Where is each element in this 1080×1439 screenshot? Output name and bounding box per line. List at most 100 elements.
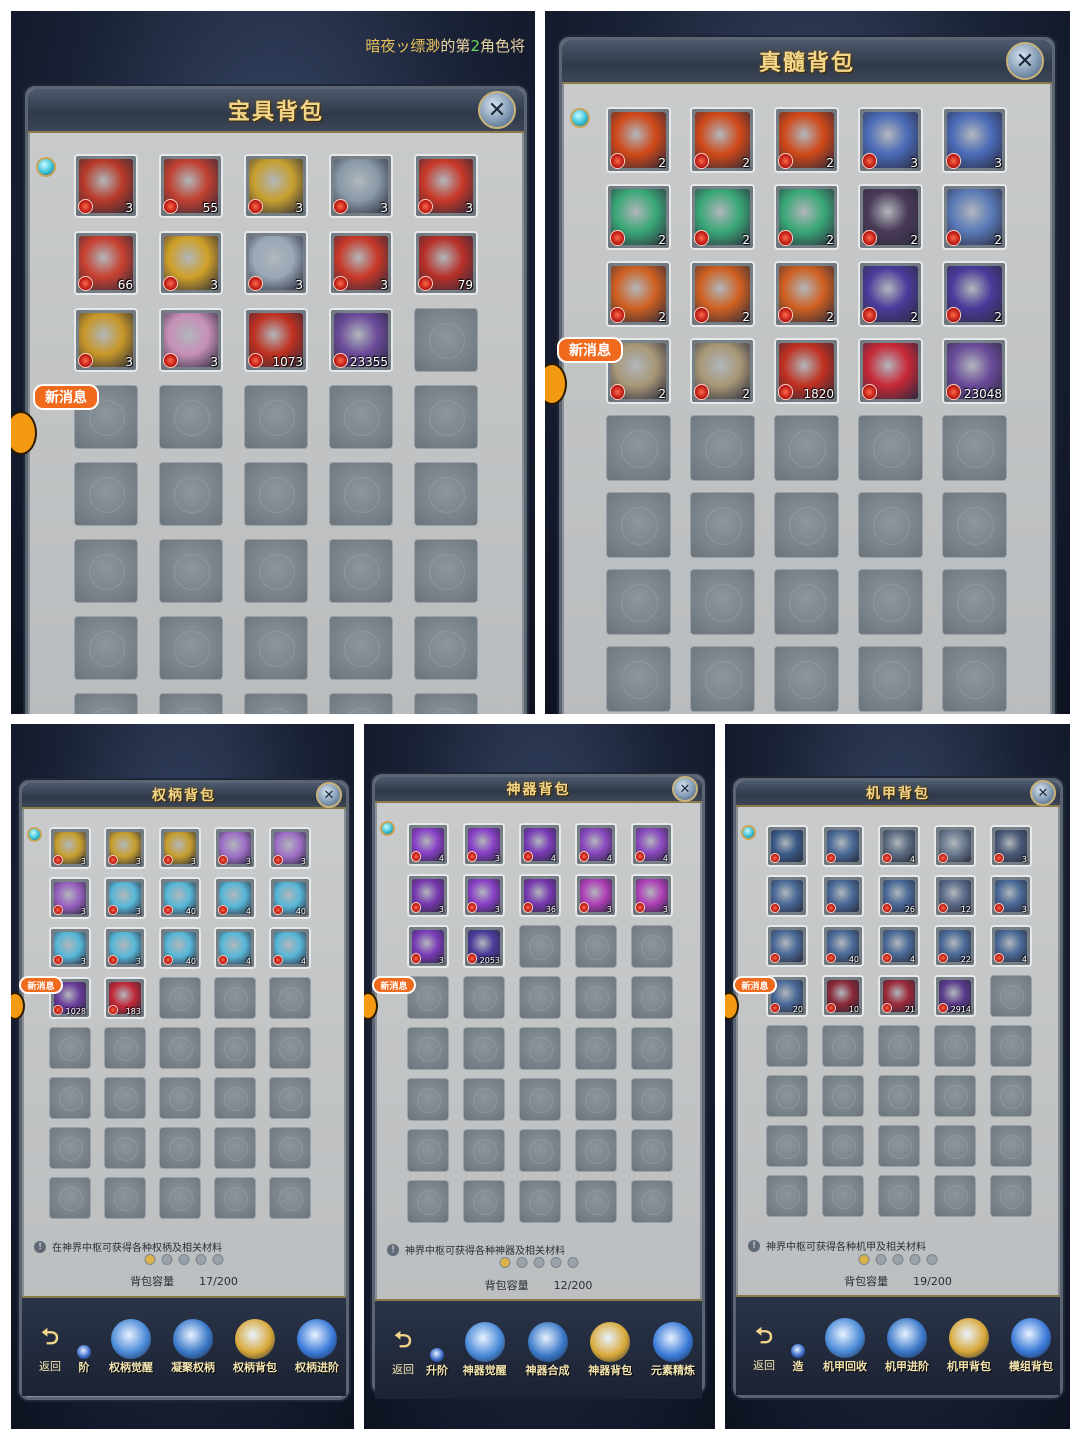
item-slot[interactable]: 3 <box>104 877 146 919</box>
page-indicator[interactable] <box>858 1254 938 1265</box>
empty-slot[interactable] <box>519 1180 561 1223</box>
nav-button[interactable]: 模组背包 <box>1006 1318 1056 1374</box>
item-slot[interactable]: 2 <box>690 338 755 404</box>
empty-slot[interactable] <box>414 385 478 449</box>
item-slot[interactable]: 2 <box>606 261 671 327</box>
item-slot[interactable] <box>858 338 923 404</box>
page-dot[interactable] <box>892 1254 904 1265</box>
empty-slot[interactable] <box>858 492 923 558</box>
item-slot[interactable]: 55 <box>159 154 223 218</box>
item-slot[interactable]: 3 <box>463 823 505 866</box>
item-slot[interactable]: 40 <box>822 925 864 967</box>
empty-slot[interactable] <box>766 1175 808 1217</box>
empty-slot[interactable] <box>104 1027 146 1069</box>
empty-slot[interactable] <box>990 1175 1032 1217</box>
empty-slot[interactable] <box>159 1127 201 1169</box>
item-slot[interactable]: 3 <box>990 875 1032 917</box>
empty-slot[interactable] <box>934 1025 976 1067</box>
page-dot[interactable] <box>212 1254 224 1265</box>
item-slot[interactable]: 2 <box>690 261 755 327</box>
empty-slot[interactable] <box>414 539 478 603</box>
item-slot[interactable]: 3 <box>329 154 393 218</box>
empty-slot[interactable] <box>631 1180 673 1223</box>
item-slot[interactable]: 4 <box>519 823 561 866</box>
item-slot[interactable]: 2 <box>606 107 671 173</box>
empty-slot[interactable] <box>606 492 671 558</box>
empty-slot[interactable] <box>329 693 393 714</box>
item-slot[interactable]: 23355 <box>329 308 393 372</box>
nav-button[interactable]: 神器觉醒 <box>460 1322 510 1378</box>
empty-slot[interactable] <box>690 415 755 481</box>
empty-slot[interactable] <box>822 1125 864 1167</box>
empty-slot[interactable] <box>407 1078 449 1121</box>
page-dot[interactable] <box>909 1254 921 1265</box>
close-button[interactable]: ✕ <box>478 91 516 129</box>
empty-slot[interactable] <box>766 1075 808 1117</box>
empty-slot[interactable] <box>463 1180 505 1223</box>
empty-slot[interactable] <box>214 977 256 1019</box>
close-button[interactable]: ✕ <box>672 776 698 802</box>
item-slot[interactable]: 3 <box>49 877 91 919</box>
empty-slot[interactable] <box>575 1027 617 1070</box>
item-slot[interactable]: 3 <box>74 154 138 218</box>
empty-slot[interactable] <box>990 1125 1032 1167</box>
empty-slot[interactable] <box>606 415 671 481</box>
empty-slot[interactable] <box>774 492 839 558</box>
item-slot[interactable]: 2 <box>858 261 923 327</box>
page-dot-active[interactable] <box>858 1254 870 1265</box>
empty-slot[interactable] <box>631 1027 673 1070</box>
item-slot[interactable]: 40 <box>159 877 201 919</box>
empty-slot[interactable] <box>414 693 478 714</box>
empty-slot[interactable] <box>244 385 308 449</box>
item-slot[interactable]: 3 <box>942 107 1007 173</box>
empty-slot[interactable] <box>49 1027 91 1069</box>
page-dot-active[interactable] <box>499 1257 510 1268</box>
empty-slot[interactable] <box>631 1129 673 1172</box>
item-slot[interactable]: 26 <box>878 875 920 917</box>
item-slot[interactable]: 3 <box>407 925 449 968</box>
close-button[interactable]: ✕ <box>316 782 342 808</box>
empty-slot[interactable] <box>463 1078 505 1121</box>
item-slot[interactable]: 21 <box>878 975 920 1017</box>
item-slot[interactable]: 3 <box>104 827 146 869</box>
empty-slot[interactable] <box>329 616 393 680</box>
empty-slot[interactable] <box>942 492 1007 558</box>
new-message-badge[interactable]: 新消息 <box>733 976 777 994</box>
item-slot[interactable]: 22 <box>934 925 976 967</box>
empty-slot[interactable] <box>575 976 617 1019</box>
item-slot[interactable]: 1073 <box>244 308 308 372</box>
empty-slot[interactable] <box>269 977 311 1019</box>
page-dot[interactable] <box>926 1254 938 1265</box>
item-slot[interactable]: 4 <box>990 925 1032 967</box>
item-slot[interactable]: 66 <box>74 231 138 295</box>
item-slot[interactable]: 2914 <box>934 975 976 1017</box>
empty-slot[interactable] <box>766 1025 808 1067</box>
empty-slot[interactable] <box>519 1129 561 1172</box>
empty-slot[interactable] <box>159 616 223 680</box>
empty-slot[interactable] <box>519 976 561 1019</box>
item-slot[interactable]: 2 <box>690 184 755 250</box>
empty-slot[interactable] <box>407 1129 449 1172</box>
empty-slot[interactable] <box>575 925 617 968</box>
item-slot[interactable]: 2 <box>774 184 839 250</box>
close-button[interactable]: ✕ <box>1030 780 1056 806</box>
empty-slot[interactable] <box>74 539 138 603</box>
empty-slot[interactable] <box>690 569 755 635</box>
item-slot[interactable] <box>934 825 976 867</box>
empty-slot[interactable] <box>774 569 839 635</box>
close-button[interactable]: ✕ <box>1006 42 1044 80</box>
nav-button[interactable]: 机甲背包 <box>944 1318 994 1374</box>
item-slot[interactable]: 3 <box>244 231 308 295</box>
empty-slot[interactable] <box>463 976 505 1019</box>
item-slot[interactable]: 2 <box>942 261 1007 327</box>
empty-slot[interactable] <box>774 415 839 481</box>
item-slot[interactable]: 40 <box>269 877 311 919</box>
item-slot[interactable]: 3 <box>463 874 505 917</box>
item-slot[interactable]: 3 <box>575 874 617 917</box>
empty-slot[interactable] <box>942 569 1007 635</box>
nav-button[interactable]: 权柄进阶 <box>292 1319 342 1375</box>
empty-slot[interactable] <box>858 415 923 481</box>
empty-slot[interactable] <box>878 1075 920 1117</box>
item-slot[interactable]: 3 <box>74 308 138 372</box>
empty-slot[interactable] <box>104 1177 146 1219</box>
